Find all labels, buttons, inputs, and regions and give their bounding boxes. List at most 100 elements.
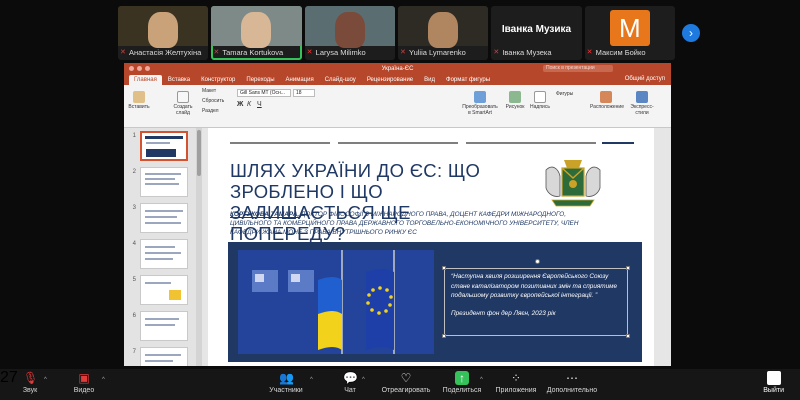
participant-video	[241, 12, 272, 48]
mic-muted-icon: ✕	[306, 48, 313, 56]
participant-name: Tamara Kortukova	[222, 48, 284, 57]
tab-home[interactable]: Главная	[129, 75, 162, 85]
flags-image	[238, 250, 434, 354]
participant-tile[interactable]: Іванка Музика ✕ Іванка Музека	[491, 6, 582, 60]
slide-thumbnail[interactable]: 6	[128, 311, 194, 343]
author-name: КОРТУКОВА ТАМАРА,	[230, 211, 300, 218]
slide-thumbnail[interactable]: 5	[128, 275, 194, 307]
mic-muted-icon: ✕	[399, 48, 406, 56]
tab-shape-format[interactable]: Формат фигуры	[441, 75, 495, 85]
participant-video	[334, 12, 365, 48]
apps-icon: ⁘	[510, 371, 522, 385]
tab-design[interactable]: Конструктор	[196, 75, 240, 85]
react-button[interactable]: ♡ Отреагировать	[376, 371, 436, 394]
ribbon: Вставить Создать слайд Макет Сбросить Ра…	[124, 85, 671, 128]
share-caret-icon[interactable]: ^	[480, 377, 483, 383]
resize-handle[interactable]	[442, 266, 446, 270]
slide-photo-panel: “Наступна хвиля розширення Європейського…	[228, 242, 642, 362]
layout-button[interactable]: Макет	[202, 88, 216, 94]
mic-muted-icon: ✕	[120, 48, 126, 56]
picture-button[interactable]: Рисунок	[504, 91, 526, 110]
leave-icon	[766, 371, 781, 385]
font-size-select[interactable]: 18	[293, 89, 315, 97]
participant-video	[428, 12, 459, 48]
next-page-chevron-icon[interactable]: ›	[682, 24, 700, 42]
participant-tile[interactable]: ✕ Анастасія Желтухіна	[118, 6, 209, 60]
font-family-select[interactable]: Gill Sans MT (Осн...	[237, 89, 291, 97]
zoom-meeting-window: ✕ Анастасія Желтухіна ✕ Tamara Kortukova ✕…	[0, 0, 800, 400]
participant-name: Максим Бойко	[595, 48, 646, 57]
clipboard-icon	[133, 91, 145, 103]
slide-canvas[interactable]: ШЛЯХ УКРАЇНИ ДО ЄС: ЩО ЗРОБЛЕНО І ЩО ЗАЛ…	[208, 128, 654, 366]
participants-icon: 👥	[279, 371, 294, 385]
italic-button[interactable]: К	[247, 101, 251, 108]
tab-review[interactable]: Рецензирование	[362, 75, 418, 85]
resize-handle[interactable]	[626, 266, 630, 270]
tab-view[interactable]: Вид	[419, 75, 440, 85]
share-screen-button[interactable]: ↑ Поделиться	[432, 371, 492, 394]
textbox-icon	[534, 91, 546, 103]
participant-tile[interactable]: M ✕ Максим Бойко	[584, 6, 675, 60]
video-options-caret-icon[interactable]: ^	[102, 377, 105, 383]
mic-muted-icon: ✕	[213, 48, 220, 56]
university-crest-icon	[545, 160, 601, 207]
arrange-icon	[600, 91, 612, 103]
participant-tile-active-speaker[interactable]: ✕ Tamara Kortukova	[211, 6, 302, 60]
quick-styles-button[interactable]: Экспресс-стили	[624, 91, 660, 116]
chat-caret-icon[interactable]: ^	[362, 377, 365, 383]
tab-transitions[interactable]: Переходы	[241, 75, 279, 85]
chat-button[interactable]: 💬 Чат	[320, 371, 380, 394]
participant-name: Іванка Музека	[502, 48, 552, 57]
slide-thumbnail[interactable]: 4	[128, 239, 194, 271]
slide-thumbnail[interactable]: 1	[128, 131, 194, 163]
audio-button[interactable]: 🎙 Звук	[0, 371, 60, 394]
participant-name: Анастасія Желтухіна	[129, 48, 202, 57]
tab-animation[interactable]: Анимация	[281, 75, 319, 85]
participants-button[interactable]: 👥 Участники	[256, 371, 316, 394]
mic-muted-icon: ✕	[493, 48, 500, 56]
slide-icon	[177, 91, 189, 103]
section-button[interactable]: Раздел	[202, 108, 219, 114]
resize-handle[interactable]	[626, 334, 630, 338]
thumbnail-scrollbar[interactable]	[196, 128, 202, 366]
paste-button[interactable]: Вставить	[128, 91, 150, 110]
slide-author-text[interactable]: КОРТУКОВА ТАМАРА, доктор філософії з між…	[230, 210, 600, 237]
textbox-button[interactable]: Надпись	[528, 91, 552, 110]
participant-tile[interactable]: ✕ Larysa Milimko	[304, 6, 395, 60]
resize-handle[interactable]	[442, 334, 446, 338]
arrange-button[interactable]: Расположение	[590, 91, 624, 110]
tab-slideshow[interactable]: Слайд-шоу	[320, 75, 361, 85]
participant-display-name: Іванка Музика	[501, 24, 572, 35]
more-button[interactable]: ⋯ Дополнительно	[542, 371, 602, 394]
reset-button[interactable]: Сбросить	[202, 98, 224, 104]
rotate-handle[interactable]	[535, 259, 540, 264]
chat-icon: 💬	[343, 371, 358, 385]
participant-tile[interactable]: ✕ Yuliia Lymarenko	[397, 6, 489, 60]
meeting-toolbar: 🎙 Звук ^ ▣ Видео ^ 👥 Участники 27 ^ 💬 Чат ^ …	[0, 369, 800, 400]
more-dots-icon: ⋯	[566, 371, 578, 385]
picture-icon	[509, 91, 521, 103]
mic-muted-icon: 🎙	[23, 371, 39, 385]
participant-name: Yuliia Lymarenko	[408, 48, 466, 57]
audio-options-caret-icon[interactable]: ^	[44, 377, 47, 383]
share-access-button[interactable]: Общий доступ	[625, 76, 665, 82]
participant-video	[148, 12, 179, 48]
slide-thumbnail[interactable]: 3	[128, 203, 194, 235]
ua-eu-flags-photo[interactable]	[238, 250, 434, 354]
shapes-button[interactable]: Фигуры	[556, 91, 573, 97]
participants-caret-icon[interactable]: ^	[310, 377, 313, 383]
slide-thumbnail[interactable]: 2	[128, 167, 194, 199]
underline-button[interactable]: Ч	[257, 101, 262, 108]
search-input[interactable]: Поиск в презентации	[543, 65, 613, 72]
convert-smartart-button[interactable]: Преобразовать в SmartArt	[462, 91, 498, 116]
quote-text: “Наступна хвиля розширення Європейського…	[451, 273, 618, 299]
leave-button[interactable]: Выйти	[763, 371, 784, 394]
slide-thumbnail[interactable]: 7	[128, 347, 194, 366]
tab-insert[interactable]: Вставка	[163, 75, 195, 85]
mic-muted-icon: ✕	[586, 48, 593, 56]
quote-textbox[interactable]: “Наступна хвиля розширення Європейського…	[442, 259, 630, 338]
apps-button[interactable]: ⁘ Приложения	[486, 371, 546, 394]
video-button[interactable]: ▣ Видео	[54, 371, 114, 394]
bold-button[interactable]: Ж	[237, 101, 243, 108]
new-slide-button[interactable]: Создать слайд	[170, 91, 196, 116]
